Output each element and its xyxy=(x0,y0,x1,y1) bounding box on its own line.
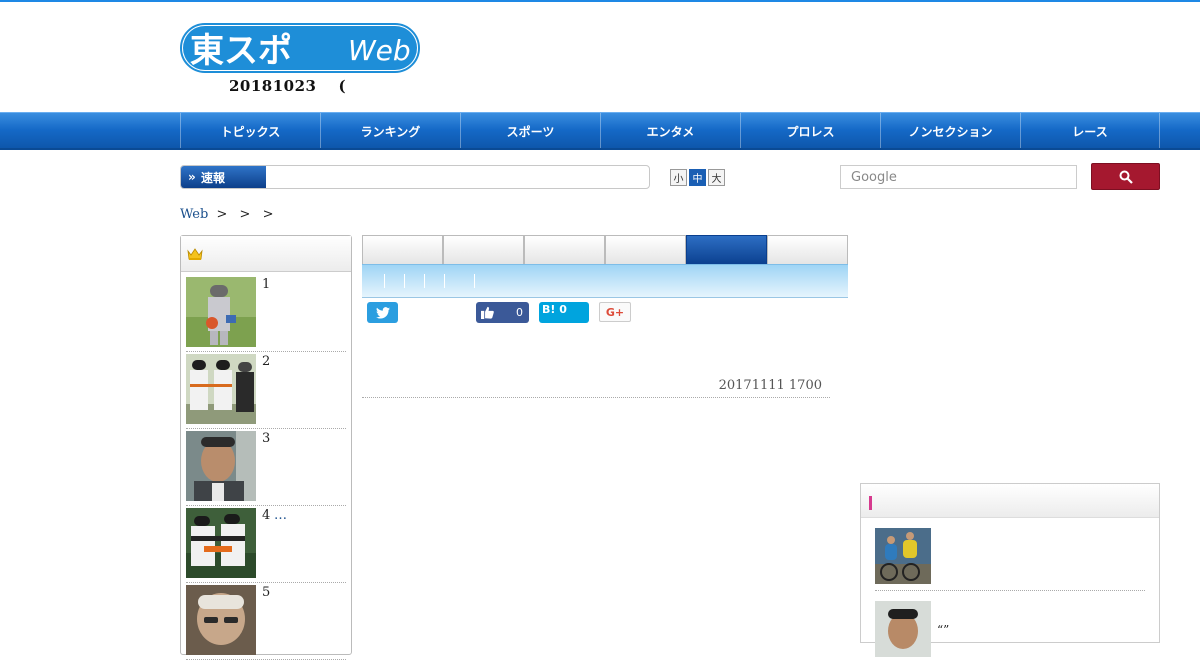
ranking-item[interactable]: 1 xyxy=(186,277,346,352)
font-size-large-button[interactable]: 大 xyxy=(708,169,725,186)
search-icon xyxy=(1119,170,1133,184)
header-date-value: 20181023 xyxy=(229,77,317,95)
ranking-number: 1 xyxy=(262,277,271,292)
breadcrumb-separator: > xyxy=(239,207,251,222)
ranking-thumbnail[interactable] xyxy=(186,431,256,501)
breadcrumb: Web > > > xyxy=(180,207,277,222)
ranking-box: 1 2 3 4 … 5 xyxy=(180,235,352,660)
sidebar-box-header xyxy=(861,484,1159,518)
breadcrumb-home-link[interactable]: Web xyxy=(180,207,208,222)
sidebar-thumbnail[interactable] xyxy=(875,528,931,584)
ranking-thumbnail[interactable] xyxy=(186,277,256,347)
twitter-share-button[interactable] xyxy=(367,302,398,323)
double-chevron-right-icon: » xyxy=(188,170,196,184)
nav-item-race[interactable]: レース xyxy=(1020,113,1160,149)
hatena-bookmark-logo: B! xyxy=(542,303,556,316)
twitter-bird-icon xyxy=(375,306,390,319)
category-divider xyxy=(424,274,425,288)
article-tab[interactable] xyxy=(605,235,686,265)
font-size-medium-button[interactable]: 中 xyxy=(689,169,706,186)
breaking-news-tag: » 速報 xyxy=(181,166,266,188)
category-divider xyxy=(444,274,445,288)
header-date-suffix: ( xyxy=(338,77,347,95)
ranking-header xyxy=(181,236,351,272)
article-tab[interactable] xyxy=(767,235,848,265)
facebook-like-button[interactable]: 0 xyxy=(476,302,529,323)
breadcrumb-separator: > xyxy=(216,207,228,222)
main-navigation: トピックス ランキング スポーツ エンタメ プロレス ノンセクション レース xyxy=(0,112,1200,150)
nav-item-ranking[interactable]: ランキング xyxy=(320,113,460,149)
font-size-switcher: 小 中 大 xyxy=(670,169,725,186)
ranking-item[interactable]: 5 xyxy=(186,585,346,660)
category-divider xyxy=(404,274,405,288)
ranking-number: 3 xyxy=(262,431,271,446)
nav-item-prowrestling[interactable]: プロレス xyxy=(740,113,880,149)
crown-icon xyxy=(187,248,203,260)
sidebar-list-item[interactable]: “” xyxy=(875,601,1145,661)
facebook-like-count: 0 xyxy=(516,306,523,319)
hatena-bookmark-label: B! 0 xyxy=(542,303,567,316)
thumbs-up-icon xyxy=(481,306,494,319)
ranking-item[interactable]: 4 … xyxy=(186,508,346,583)
header-accent-mark xyxy=(869,496,872,510)
search-button[interactable] xyxy=(1091,163,1160,190)
category-divider xyxy=(474,274,475,288)
google-plus-share-button[interactable]: G+ xyxy=(599,302,631,322)
article-date: 20171111 1700 xyxy=(718,378,822,393)
ranking-thumbnail[interactable] xyxy=(186,508,256,578)
svg-text:東スポ: 東スポ xyxy=(190,31,292,71)
header-date: 20181023 ( xyxy=(229,77,346,95)
nav-item-topics[interactable]: トピックス xyxy=(180,113,320,149)
nav-item-nonsection[interactable]: ノンセクション xyxy=(880,113,1020,149)
nav-item-sports[interactable]: スポーツ xyxy=(460,113,600,149)
ranking-number: 2 xyxy=(262,354,271,369)
ranking-ellipsis: … xyxy=(274,508,287,523)
article-tab-active[interactable] xyxy=(686,235,767,265)
category-divider xyxy=(384,274,385,288)
sidebar-thumbnail[interactable] xyxy=(875,601,931,657)
google-search-input[interactable]: Google xyxy=(840,165,1077,189)
site-logo[interactable]: 東スポ Web xyxy=(180,23,420,73)
breadcrumb-separator: > xyxy=(262,207,274,222)
hatena-bookmark-button[interactable]: B! 0 xyxy=(539,302,589,323)
article-tabs xyxy=(362,235,848,265)
category-strip xyxy=(362,264,848,298)
ranking-item[interactable]: 3 xyxy=(186,431,346,506)
ranking-thumbnail[interactable] xyxy=(186,354,256,424)
sidebar-list-item[interactable] xyxy=(875,528,1145,591)
sidebar-box: “” xyxy=(860,483,1160,657)
article-tab[interactable] xyxy=(362,235,443,265)
hatena-bookmark-count: 0 xyxy=(559,303,567,316)
ranking-thumbnail[interactable] xyxy=(186,585,256,655)
breaking-news-label: 速報 xyxy=(201,170,226,185)
ranking-item[interactable]: 2 xyxy=(186,354,346,429)
article-tab[interactable] xyxy=(443,235,524,265)
top-accent-line xyxy=(0,0,1200,2)
ranking-number: 5 xyxy=(262,585,271,600)
ranking-number: 4 xyxy=(262,508,271,523)
font-size-small-button[interactable]: 小 xyxy=(670,169,687,186)
svg-text:Web: Web xyxy=(348,34,411,67)
breaking-news-bar[interactable]: » 速報 xyxy=(180,165,650,189)
divider xyxy=(362,397,830,398)
article-tab[interactable] xyxy=(524,235,605,265)
nav-item-entertainment[interactable]: エンタメ xyxy=(600,113,740,149)
sidebar-item-text: “” xyxy=(937,623,950,637)
